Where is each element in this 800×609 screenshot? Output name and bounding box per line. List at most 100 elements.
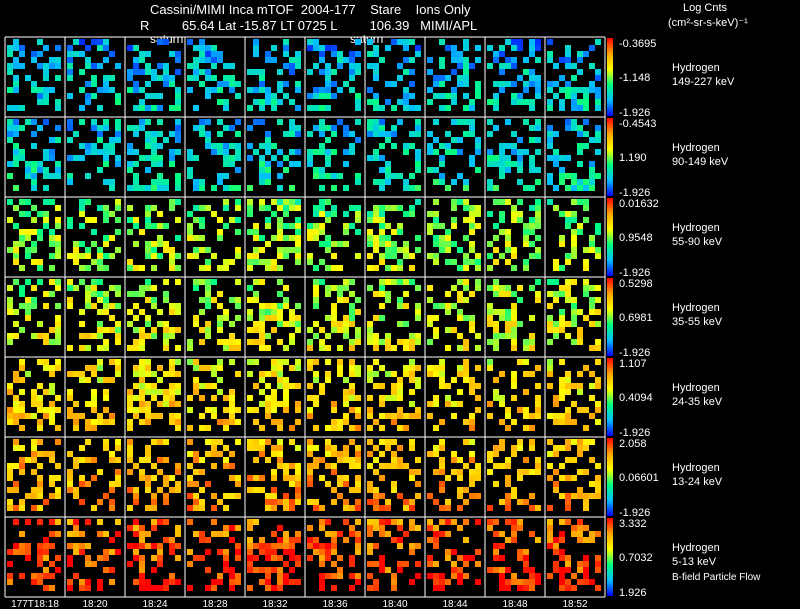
heatmap-cell	[535, 469, 541, 475]
heatmap-cell	[445, 519, 451, 525]
time-tick-label: 18:24	[142, 599, 167, 609]
heatmap-cell	[13, 463, 19, 469]
heatmap-cell	[175, 93, 181, 99]
heatmap-cell	[553, 149, 559, 155]
heatmap-cell	[439, 585, 445, 591]
heatmap-cell	[67, 407, 73, 413]
heatmap-cell	[19, 235, 25, 241]
heatmap-cell	[313, 63, 319, 69]
heatmap-cell	[247, 315, 253, 321]
heatmap-cell	[43, 339, 49, 345]
heatmap-cell	[319, 105, 325, 111]
heatmap-cell	[7, 247, 13, 253]
heatmap-cell	[589, 167, 595, 173]
heatmap-cell	[199, 339, 205, 345]
heatmap-cell	[163, 241, 169, 247]
heatmap-cell	[91, 241, 97, 247]
heatmap-cell	[565, 211, 571, 217]
heatmap-cell	[577, 149, 583, 155]
heatmap-cell	[109, 179, 115, 185]
heatmap-cell	[43, 69, 49, 75]
heatmap-cell	[7, 131, 13, 137]
heatmap-cell	[379, 229, 385, 235]
heatmap-cell	[73, 531, 79, 537]
heatmap-cell	[325, 155, 331, 161]
heatmap-cell	[259, 247, 265, 253]
heatmap-cell	[553, 161, 559, 167]
heatmap-cell	[577, 493, 583, 499]
heatmap-cell	[271, 371, 277, 377]
heatmap-cell	[409, 525, 415, 531]
heatmap-cell	[397, 377, 403, 383]
heatmap-cell	[559, 105, 565, 111]
heatmap-cell	[223, 75, 229, 81]
heatmap-cell	[571, 279, 577, 285]
heatmap-cell	[205, 57, 211, 63]
heatmap-cell	[253, 327, 259, 333]
heatmap-cell	[313, 457, 319, 463]
heatmap-cell	[133, 63, 139, 69]
heatmap-cell	[49, 63, 55, 69]
heatmap-cell	[397, 303, 403, 309]
heatmap-cell	[403, 149, 409, 155]
heatmap-cell	[505, 291, 511, 297]
heatmap-cell	[325, 247, 331, 253]
heatmap-cell	[163, 279, 169, 285]
heatmap-cell	[391, 39, 397, 45]
heatmap-cell	[175, 69, 181, 75]
heatmap-cell	[289, 205, 295, 211]
heatmap-cell	[277, 223, 283, 229]
species-label: Hydrogen	[672, 542, 720, 554]
heatmap-cell	[577, 185, 583, 191]
heatmap-cell	[43, 155, 49, 161]
heatmap-cell	[565, 217, 571, 223]
heatmap-cell	[307, 439, 313, 445]
heatmap-cell	[343, 241, 349, 247]
heatmap-cell	[127, 125, 133, 131]
heatmap-cell	[313, 105, 319, 111]
heatmap-cell	[403, 365, 409, 371]
heatmap-cell	[457, 567, 463, 573]
heatmap-cell	[469, 481, 475, 487]
heatmap-cell	[103, 39, 109, 45]
heatmap-cell	[283, 469, 289, 475]
heatmap-cell	[547, 179, 553, 185]
heatmap-cell	[133, 105, 139, 111]
colorbar-mid-label: 0.6981	[619, 312, 653, 324]
heatmap-cell	[379, 439, 385, 445]
heatmap-cell	[577, 161, 583, 167]
heatmap-cell	[355, 253, 361, 259]
heatmap-cell	[313, 167, 319, 173]
heatmap-cell	[223, 457, 229, 463]
heatmap-cell	[559, 327, 565, 333]
heatmap-cell	[403, 303, 409, 309]
heatmap-cell	[97, 105, 103, 111]
heatmap-cell	[535, 57, 541, 63]
heatmap-cell	[49, 241, 55, 247]
heatmap-cell	[259, 543, 265, 549]
heatmap-cell	[583, 285, 589, 291]
heatmap-cell	[97, 39, 103, 45]
heatmap-cell	[199, 235, 205, 241]
heatmap-cell	[343, 457, 349, 463]
heatmap-cell	[145, 297, 151, 303]
heatmap-cell	[445, 235, 451, 241]
heatmap-cell	[253, 339, 259, 345]
heatmap-cell	[511, 131, 517, 137]
heatmap-cell	[319, 585, 325, 591]
heatmap-cell	[223, 425, 229, 431]
heatmap-cell	[289, 321, 295, 327]
heatmap-cell	[535, 505, 541, 511]
heatmap-cell	[67, 223, 73, 229]
species-label: Hydrogen	[672, 142, 720, 154]
heatmap-cell	[49, 389, 55, 395]
heatmap-cell	[115, 469, 121, 475]
heatmap-cell	[139, 475, 145, 481]
heatmap-cell	[427, 413, 433, 419]
heatmap-cell	[565, 321, 571, 327]
heatmap-cell	[577, 333, 583, 339]
heatmap-cell	[133, 173, 139, 179]
heatmap-cell	[439, 531, 445, 537]
heatmap-cell	[415, 105, 421, 111]
heatmap-cell	[217, 265, 223, 271]
